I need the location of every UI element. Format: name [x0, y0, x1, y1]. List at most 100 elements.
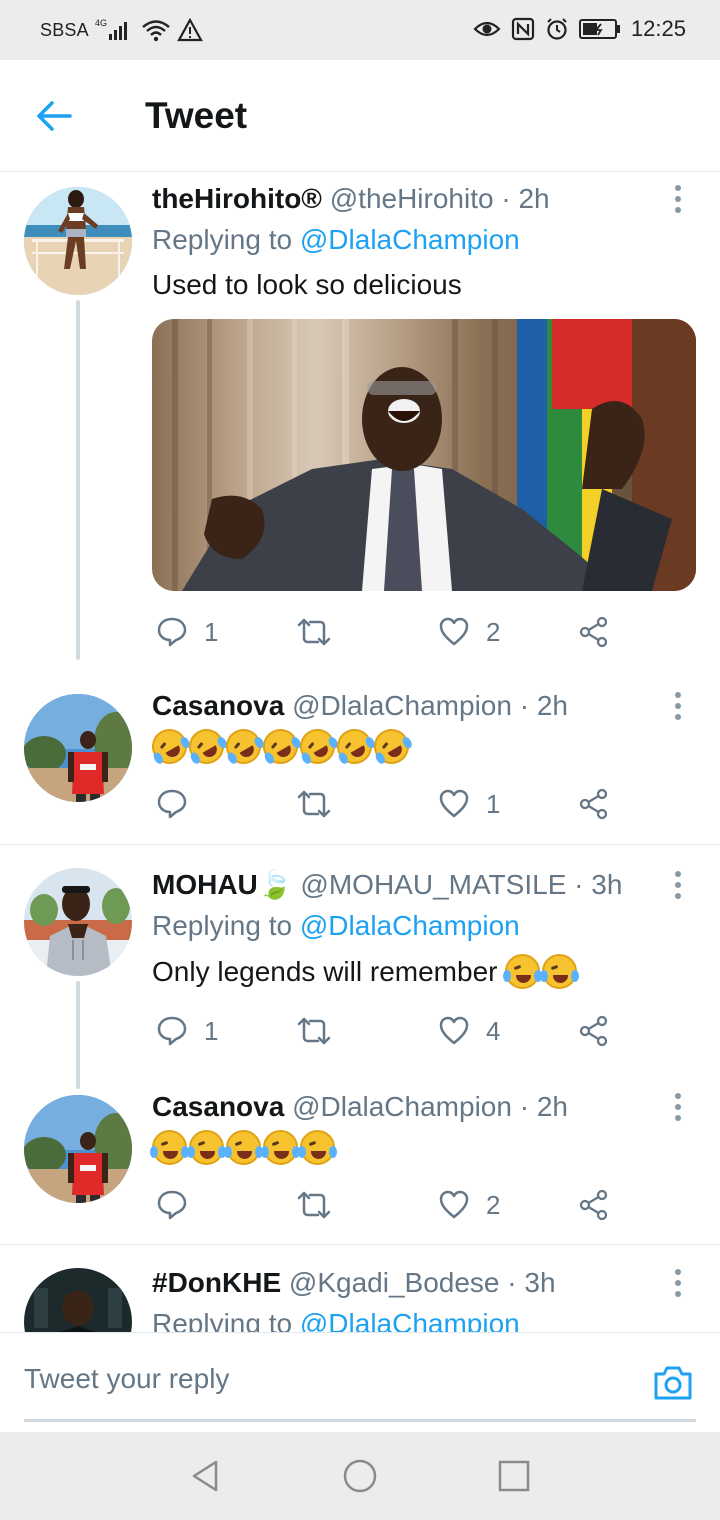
share-button[interactable] — [578, 784, 610, 824]
nav-back-button[interactable] — [188, 1458, 224, 1494]
reply-button[interactable]: 1 — [156, 1011, 218, 1051]
like-button[interactable]: 2 — [438, 612, 500, 652]
tweet-text: Used to look so delicious — [152, 269, 462, 300]
separator-dot: · — [501, 183, 511, 214]
author-name[interactable]: Casanova — [152, 1091, 284, 1122]
more-options-button[interactable] — [666, 182, 690, 216]
retweet-button[interactable] — [296, 1185, 348, 1225]
rofl-emoji — [330, 722, 379, 771]
tweet-item[interactable]: #DonKHE @Kgadi_Bodese · 3h Replying to @… — [0, 1245, 720, 1332]
tweet-item[interactable]: Casanova @DlalaChampion · 2h 2 — [0, 1075, 720, 1245]
author-name[interactable]: Casanova — [152, 690, 284, 721]
avatar-photo — [24, 1268, 132, 1332]
avatar[interactable] — [24, 1095, 132, 1203]
rofl-emoji — [367, 722, 416, 771]
replying-prefix: Replying to — [152, 1308, 293, 1332]
joy-emoji — [540, 954, 580, 989]
camera-button[interactable] — [652, 1363, 694, 1403]
like-count: 4 — [486, 1015, 501, 1046]
share-icon — [579, 788, 608, 820]
retweet-button[interactable] — [296, 784, 348, 824]
app-header: Tweet — [0, 60, 720, 172]
more-vertical-icon — [675, 1093, 681, 1099]
tweet-header: #DonKHE @Kgadi_Bodese · 3h — [152, 1266, 690, 1300]
reply-button[interactable]: 1 — [156, 612, 218, 652]
more-options-button[interactable] — [666, 1266, 690, 1300]
clock: 12:25 — [630, 16, 686, 41]
replying-prefix: Replying to — [152, 224, 293, 255]
joy-emoji — [261, 1130, 300, 1165]
status-bar-right: 12:25 — [473, 16, 686, 42]
avatar[interactable] — [24, 187, 132, 295]
tweet-body: #DonKHE @Kgadi_Bodese · 3h Replying to @… — [152, 1266, 690, 1332]
more-options-button[interactable] — [666, 689, 690, 723]
avatar-photo — [24, 1095, 132, 1203]
rofl-emoji — [256, 722, 305, 771]
reply-button[interactable] — [156, 784, 204, 824]
carrier-label: SBSA — [40, 19, 89, 40]
replying-prefix: Replying to — [152, 910, 293, 941]
like-button[interactable]: 2 — [438, 1185, 500, 1225]
like-button[interactable]: 1 — [438, 784, 500, 824]
reply-icon — [157, 1016, 187, 1046]
more-options-button[interactable] — [666, 1090, 690, 1124]
tweet-header: Casanova @DlalaChampion · 2h — [152, 689, 690, 723]
retweet-button[interactable] — [296, 612, 348, 652]
avatar-photo — [24, 694, 132, 802]
tweet-header: Casanova @DlalaChampion · 2h — [152, 1090, 690, 1124]
tweet-text-emojis — [150, 1130, 690, 1165]
tweet-item[interactable]: MOHAU🍃 @MOHAU_MATSILE · 3h Replying to @… — [0, 845, 720, 1089]
share-button[interactable] — [578, 612, 610, 652]
reply-count: 1 — [204, 616, 219, 647]
replying-to: Replying to @DlalaChampion — [152, 223, 690, 257]
tweet-body: Casanova @DlalaChampion · 2h — [150, 1090, 690, 1165]
avatar-photo — [24, 187, 132, 295]
mention-link[interactable]: @DlalaChampion — [300, 910, 520, 941]
author-handle[interactable]: @Kgadi_Bodese — [289, 1267, 500, 1298]
share-button[interactable] — [578, 1011, 610, 1051]
tweet-actions: 1 — [152, 784, 622, 824]
author-handle[interactable]: @DlalaChampion — [292, 1091, 512, 1122]
mention-link[interactable]: @DlalaChampion — [300, 1308, 520, 1332]
author-handle[interactable]: @MOHAU_MATSILE — [300, 869, 566, 900]
author-name[interactable]: #DonKHE — [152, 1267, 281, 1298]
retweet-icon — [297, 618, 331, 646]
like-icon — [439, 1016, 469, 1045]
like-count: 2 — [486, 1189, 501, 1220]
tweet-time: 2h — [536, 1091, 568, 1122]
tweet-actions: 1 4 — [152, 1011, 622, 1051]
nav-recents-button[interactable] — [496, 1458, 532, 1494]
tweet-photo — [152, 319, 696, 591]
thread-line — [76, 300, 80, 660]
nav-home-button[interactable] — [342, 1458, 378, 1494]
joy-emoji — [150, 1130, 189, 1165]
author-name[interactable]: theHirohito® — [152, 183, 322, 214]
tweet-image[interactable] — [152, 319, 696, 591]
more-vertical-icon — [675, 1269, 681, 1275]
retweet-icon — [297, 1191, 331, 1219]
avatar[interactable] — [24, 1268, 132, 1332]
camera-icon — [654, 1366, 692, 1400]
page-title: Tweet — [145, 95, 248, 136]
author-handle[interactable]: @DlalaChampion — [292, 690, 512, 721]
reply-input[interactable]: Tweet your reply — [24, 1363, 624, 1403]
back-button[interactable] — [30, 96, 80, 136]
reply-button[interactable] — [156, 1185, 204, 1225]
joy-emoji — [503, 954, 543, 989]
wifi-icon — [142, 20, 170, 42]
share-button[interactable] — [578, 1185, 610, 1225]
tweet-item[interactable]: Casanova @DlalaChampion · 2h 1 — [0, 672, 720, 844]
author-handle[interactable]: @theHirohito — [330, 183, 494, 214]
like-button[interactable]: 4 — [438, 1011, 500, 1051]
author-name[interactable]: MOHAU🍃 — [152, 869, 293, 900]
joy-emoji — [298, 1130, 337, 1165]
like-count: 1 — [486, 788, 501, 819]
avatar[interactable] — [24, 694, 132, 802]
signal-icon: 4G — [95, 18, 127, 40]
tweet-item[interactable]: theHirohito® @theHirohito · 2h Replying … — [0, 172, 720, 672]
more-options-button[interactable] — [666, 868, 690, 902]
avatar[interactable] — [24, 868, 132, 976]
tweet-time: 2h — [518, 183, 550, 214]
retweet-button[interactable] — [296, 1011, 348, 1051]
mention-link[interactable]: @DlalaChampion — [300, 224, 520, 255]
